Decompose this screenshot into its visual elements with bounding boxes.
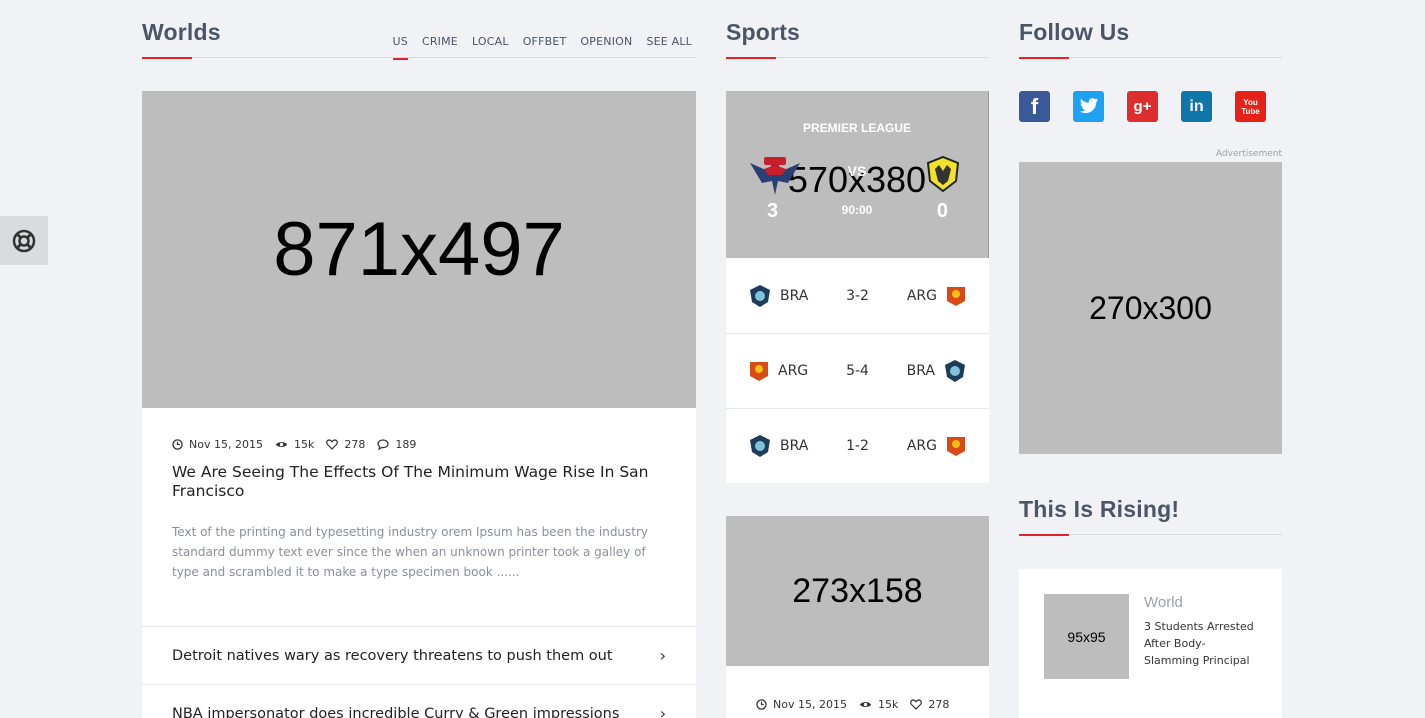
tab-us[interactable]: US [392, 35, 409, 60]
advertisement-image[interactable]: 270x300 [1019, 162, 1282, 454]
tab-offbet[interactable]: OFFBET [523, 35, 567, 48]
away-team: BRA [906, 363, 935, 379]
match-time: 90:00 [841, 203, 873, 217]
section-underline [1019, 57, 1069, 59]
bra-team-logo-icon [750, 284, 770, 307]
chevron-right-icon: › [659, 646, 666, 665]
heart-icon[interactable] [326, 439, 339, 450]
eagle-team-logo-icon [750, 157, 800, 195]
worlds-header: Worlds US CRIME LOCAL OFFBET OPENION SEE… [142, 0, 696, 60]
sports-header: Sports [726, 0, 989, 59]
home-team: ARG [778, 363, 809, 379]
result-row[interactable]: BRA 3-2 ARG [726, 258, 989, 333]
main-article-title[interactable]: We Are Seeing The Effects Of The Minimum… [172, 463, 666, 501]
away-team: ARG [906, 438, 937, 454]
article-likes: 278 [928, 698, 950, 711]
rising-item-category: World [1144, 594, 1183, 611]
list-item[interactable]: Detroit natives wary as recovery threate… [142, 626, 696, 684]
comment-icon[interactable] [377, 439, 389, 450]
eye-icon [275, 442, 288, 447]
article-meta: Nov 15, 2015 15k 278 [756, 698, 989, 711]
article-date: Nov 15, 2015 [773, 698, 847, 711]
rising-title: This Is Rising! [1019, 496, 1180, 522]
result-score: 1-2 [846, 438, 869, 454]
arg-team-logo-icon [750, 362, 768, 381]
clock-icon [756, 699, 767, 710]
article-likes: 278 [344, 438, 366, 451]
chevron-right-icon: › [659, 704, 666, 718]
lifebuoy-button[interactable] [0, 216, 48, 265]
match-results: BRA 3-2 ARG ARG 5-4 BRA BRA 1-2 ARG [726, 258, 989, 483]
sports-title: Sports [726, 19, 801, 45]
sports-article-card: Nov 15, 2015 15k 278 [726, 666, 989, 718]
featured-match[interactable]: PREMIER LEAGUE 570x380 VS 3 90:00 0 [726, 91, 989, 258]
tab-see-all[interactable]: SEE ALL [646, 35, 692, 48]
youtube-icon[interactable]: You Tube [1235, 91, 1266, 122]
result-row[interactable]: BRA 1-2 ARG [726, 408, 989, 483]
home-team: BRA [780, 287, 809, 304]
article-meta: Nov 15, 2015 15k 278 189 [172, 438, 666, 451]
worlds-list: Detroit natives wary as recovery threate… [142, 626, 696, 718]
worlds-tabs: US CRIME LOCAL OFFBET OPENION SEE ALL [392, 35, 693, 60]
match-league: PREMIER LEAGUE [802, 121, 911, 135]
list-item-title: NBA impersonator does incredible Curry &… [172, 705, 620, 718]
follow-header: Follow Us [1019, 0, 1282, 59]
wolf-team-logo-icon [926, 155, 960, 193]
rising-item[interactable]: 95x95 World 3 Students Arrested After Bo… [1019, 569, 1282, 718]
rising-item-title: 3 Students Arrested After Body-Slamming … [1144, 620, 1254, 667]
result-score: 3-2 [846, 287, 869, 304]
tab-local[interactable]: LOCAL [472, 35, 509, 48]
rising-header: This Is Rising! [1019, 477, 1282, 536]
result-score: 5-4 [846, 363, 869, 379]
main-article-image[interactable]: 871x497 [142, 91, 696, 408]
article-comments: 189 [395, 438, 417, 451]
section-underline [142, 57, 192, 59]
away-score: 0 [936, 200, 948, 222]
linkedin-icon[interactable]: in [1181, 91, 1212, 122]
main-article-card: Nov 15, 2015 15k 278 189 We Are Seeing T… [142, 408, 696, 626]
google-plus-icon[interactable]: g+ [1127, 91, 1158, 122]
worlds-section: Worlds US CRIME LOCAL OFFBET OPENION SEE… [142, 0, 696, 718]
result-row[interactable]: ARG 5-4 BRA [726, 333, 989, 408]
lifebuoy-icon [12, 229, 36, 252]
bra-team-logo-icon [945, 360, 965, 382]
heart-icon[interactable] [910, 699, 923, 710]
worlds-title: Worlds [142, 19, 221, 45]
arg-team-logo-icon [947, 286, 965, 306]
article-views: 15k [877, 698, 899, 711]
away-team: ARG [906, 287, 937, 304]
main-article-desc: Text of the printing and typesetting ind… [172, 525, 649, 579]
list-item-title: Detroit natives wary as recovery threate… [172, 647, 613, 664]
tab-openion[interactable]: OPENION [580, 35, 632, 48]
sports-article-image[interactable]: 273x158 [726, 516, 989, 666]
follow-title: Follow Us [1019, 19, 1130, 45]
tab-crime[interactable]: CRIME [422, 35, 458, 48]
bra-team-logo-icon [750, 435, 770, 457]
facebook-icon[interactable]: f [1019, 91, 1050, 122]
list-item[interactable]: NBA impersonator does incredible Curry &… [142, 684, 696, 718]
clock-icon [172, 439, 183, 450]
sports-section: Sports PREMIER LEAGUE 570x380 VS 3 90:00… [726, 0, 989, 718]
rising-item-image: 95x95 [1044, 594, 1129, 679]
follow-section: Follow Us f g+ in You Tube Advertisement … [1019, 0, 1282, 718]
article-date: Nov 15, 2015 [189, 438, 263, 451]
home-team: BRA [780, 438, 809, 454]
section-underline [726, 57, 776, 59]
advertisement-label: Advertisement [1215, 149, 1282, 159]
social-links: f g+ in You Tube [1019, 91, 1282, 122]
section-underline [1019, 534, 1069, 536]
eye-icon [859, 702, 872, 707]
twitter-icon[interactable] [1073, 91, 1104, 122]
arg-team-logo-icon [947, 437, 965, 456]
article-views: 15k [293, 438, 315, 451]
